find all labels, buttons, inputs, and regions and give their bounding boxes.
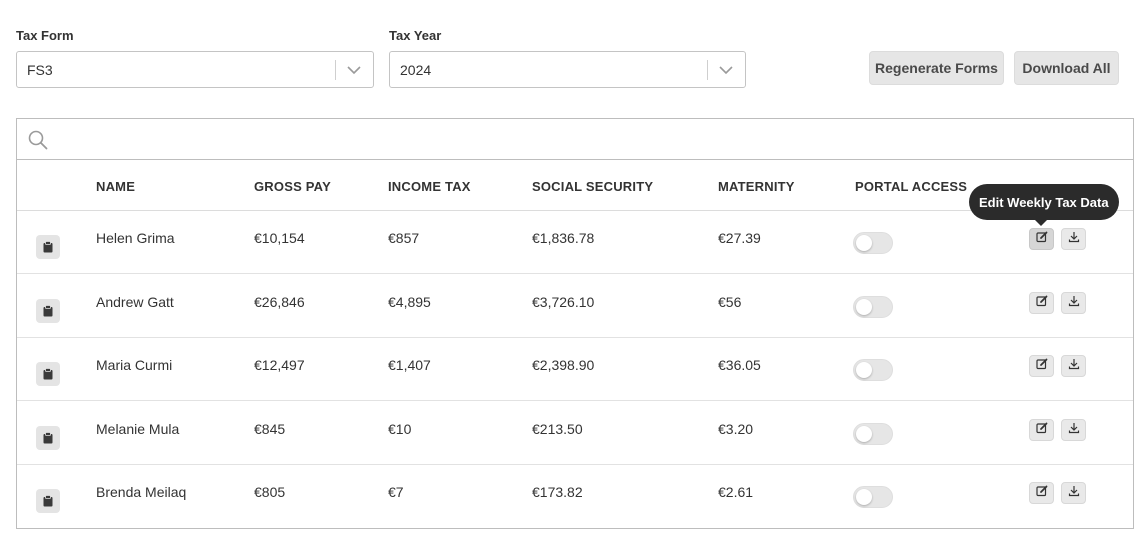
download-icon [1068, 357, 1080, 375]
cell-income-tax: €857 [388, 230, 420, 246]
cell-name: Helen Grima [96, 230, 175, 246]
tax-form-label: Tax Form [16, 28, 74, 43]
toggle-knob [856, 298, 872, 315]
download-icon [1068, 230, 1080, 248]
table-row: Helen Grima €10,154 €857 €1,836.78 €27.39 [17, 211, 1133, 274]
column-header-gross-pay[interactable]: GROSS PAY [254, 179, 331, 194]
search-bar [17, 119, 1133, 160]
cell-name: Melanie Mula [96, 420, 180, 437]
clipboard-icon[interactable] [36, 362, 60, 386]
cell-name: Brenda Meilaq [96, 484, 187, 500]
toggle-knob [856, 425, 872, 442]
cell-maternity: €56 [718, 293, 742, 310]
cell-social-security: €213.50 [532, 420, 583, 437]
search-input[interactable] [59, 125, 1109, 153]
table-header: NAME GROSS PAY INCOME TAX SOCIAL SECURIT… [17, 160, 1133, 211]
chevron-down-icon[interactable] [343, 58, 365, 82]
table-row: Andrew Gatt €26,846 €4,895 €3,726.10 €56 [17, 275, 1133, 338]
tax-form-value: FS3 [27, 62, 53, 78]
download-icon [1068, 484, 1080, 502]
cell-gross-pay: €805 [254, 484, 286, 500]
portal-access-toggle[interactable] [853, 359, 893, 381]
portal-access-toggle[interactable] [853, 422, 893, 445]
cell-income-tax: €4,895 [388, 293, 431, 310]
select-separator [707, 60, 708, 80]
download-icon [1068, 421, 1080, 439]
column-header-portal-access[interactable]: PORTAL ACCESS [855, 179, 967, 194]
column-header-name[interactable]: NAME [96, 179, 135, 194]
tax-year-label: Tax Year [389, 28, 442, 43]
cell-social-security: €1,836.78 [532, 230, 595, 246]
cell-gross-pay: €26,846 [254, 293, 305, 310]
portal-access-toggle[interactable] [853, 486, 893, 508]
edit-icon [1035, 484, 1048, 502]
column-header-social-security[interactable]: SOCIAL SECURITY [532, 179, 653, 194]
edit-weekly-tax-button[interactable] [1029, 291, 1054, 314]
cell-social-security: €2,398.90 [532, 357, 595, 373]
download-all-button[interactable]: Download All [1014, 51, 1119, 85]
edit-icon [1035, 357, 1048, 375]
clipboard-icon[interactable] [36, 235, 60, 259]
cell-income-tax: €1,407 [388, 357, 431, 373]
edit-weekly-tax-button[interactable] [1029, 418, 1054, 441]
tax-year-value: 2024 [400, 62, 432, 78]
cell-name: Maria Curmi [96, 357, 173, 373]
select-separator [335, 60, 336, 80]
cell-gross-pay: €10,154 [254, 230, 305, 246]
download-row-button[interactable] [1061, 228, 1086, 250]
clipboard-icon[interactable] [36, 425, 60, 450]
regenerate-forms-button[interactable]: Regenerate Forms [869, 51, 1004, 85]
cell-income-tax: €10 [388, 420, 412, 437]
tooltip-arrow [1035, 220, 1047, 226]
cell-maternity: €3.20 [718, 420, 754, 437]
tax-year-select[interactable]: 2024 [389, 51, 746, 88]
toggle-knob [856, 235, 872, 251]
clipboard-icon[interactable] [36, 489, 60, 513]
tax-table: NAME GROSS PAY INCOME TAX SOCIAL SECURIT… [16, 118, 1134, 529]
edit-weekly-tax-button[interactable] [1029, 482, 1054, 504]
edit-icon [1035, 421, 1048, 439]
column-header-maternity[interactable]: MATERNITY [718, 179, 795, 194]
table-row: Brenda Meilaq €805 €7 €173.82 €2.61 [17, 465, 1133, 528]
edit-weekly-tax-button[interactable] [1029, 228, 1054, 250]
cell-maternity: €27.39 [718, 230, 761, 246]
cell-maternity: €2.61 [718, 484, 754, 500]
cell-social-security: €3,726.10 [532, 293, 595, 310]
tax-form-select[interactable]: FS3 [16, 51, 374, 88]
search-icon [28, 130, 48, 155]
cell-gross-pay: €845 [254, 420, 286, 437]
download-row-button[interactable] [1061, 418, 1086, 441]
chevron-down-icon[interactable] [715, 58, 737, 82]
cell-maternity: €36.05 [718, 357, 761, 373]
table-row: Maria Curmi €12,497 €1,407 €2,398.90 €36.05 [17, 338, 1133, 401]
cell-gross-pay: €12,497 [254, 357, 305, 373]
clipboard-icon[interactable] [36, 298, 60, 323]
edit-icon [1035, 230, 1048, 248]
toggle-knob [856, 489, 872, 505]
table-row: Melanie Mula €845 €10 €213.50 €3.20 [17, 402, 1133, 465]
tooltip-text: Edit Weekly Tax Data [979, 194, 1109, 210]
edit-weekly-tax-button[interactable] [1029, 355, 1054, 377]
cell-social-security: €173.82 [532, 484, 583, 500]
download-row-button[interactable] [1061, 291, 1086, 314]
column-header-income-tax[interactable]: INCOME TAX [388, 179, 471, 194]
tooltip: Edit Weekly Tax Data [969, 184, 1119, 226]
download-row-button[interactable] [1061, 355, 1086, 377]
cell-name: Andrew Gatt [96, 293, 174, 310]
download-icon [1068, 294, 1080, 312]
edit-icon [1035, 294, 1048, 312]
cell-income-tax: €7 [388, 484, 404, 500]
download-row-button[interactable] [1061, 482, 1086, 504]
portal-access-toggle[interactable] [853, 295, 893, 318]
toggle-knob [856, 362, 872, 378]
portal-access-toggle[interactable] [853, 232, 893, 254]
